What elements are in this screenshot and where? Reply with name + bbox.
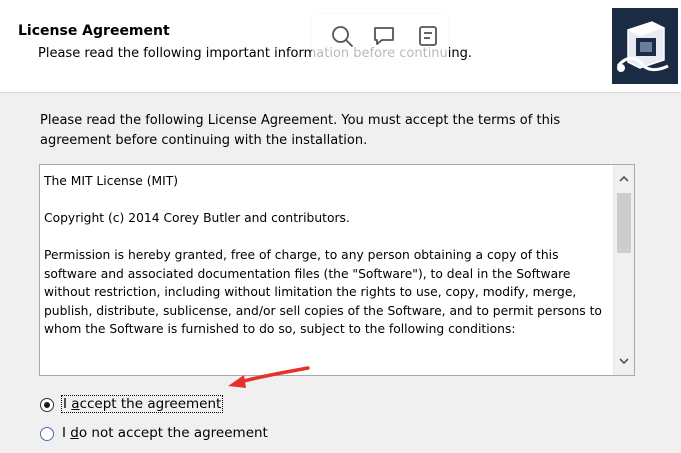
accept-radio[interactable] — [40, 398, 54, 412]
decline-label[interactable]: I do not accept the agreement — [61, 425, 269, 441]
page-title: License Agreement — [18, 23, 170, 39]
accept-option[interactable]: I accept the agreement — [40, 395, 230, 416]
accept-label[interactable]: I accept the agreement — [61, 395, 224, 413]
license-textbox[interactable]: The MIT License (MIT) Copyright (c) 2014… — [39, 164, 635, 376]
license-paragraph: Copyright (c) 2014 Corey Butler and cont… — [44, 211, 350, 225]
intro-text: Please read the following License Agreem… — [40, 113, 561, 148]
vertical-scrollbar[interactable] — [613, 165, 634, 375]
installer-logo-icon — [612, 8, 678, 84]
search-icon[interactable] — [330, 24, 354, 48]
decline-option[interactable]: I do not accept the agreement — [40, 425, 280, 445]
scrollbar-thumb[interactable] — [617, 193, 631, 253]
wizard-header: License Agreement Please read the follow… — [0, 0, 681, 93]
license-paragraph: Permission is hereby granted, free of ch… — [44, 248, 602, 336]
decline-radio[interactable] — [40, 427, 54, 441]
license-paragraph: The MIT License (MIT) — [44, 174, 179, 188]
scroll-down-arrow-icon[interactable] — [618, 355, 630, 367]
annotation-arrow-icon — [226, 364, 310, 390]
comment-icon[interactable] — [372, 24, 396, 48]
license-text: The MIT License (MIT) Copyright (c) 2014… — [44, 172, 610, 339]
floating-toolbar — [312, 14, 448, 58]
scroll-up-arrow-icon[interactable] — [618, 173, 630, 185]
note-icon[interactable] — [416, 24, 440, 48]
